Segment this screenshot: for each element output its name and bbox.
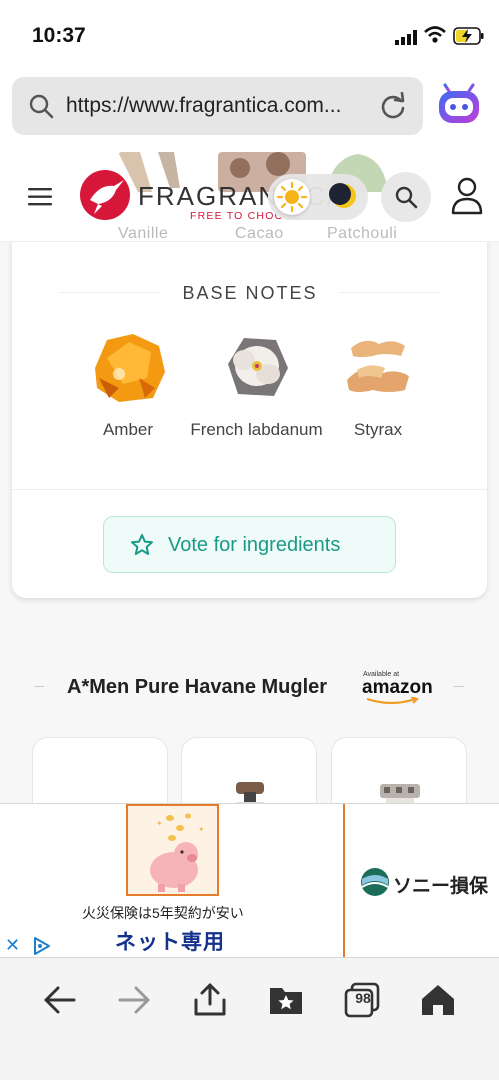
site-search-button[interactable] [381,172,431,222]
divider-line [454,686,464,687]
fragrantica-logo[interactable] [80,170,130,220]
product-image [235,782,265,803]
battery-charging-icon [453,27,484,45]
forward-icon[interactable] [116,982,152,1018]
product-image [380,784,420,803]
ad-divider [343,804,345,957]
ad-image: ✦ ✦ [126,804,219,896]
peek-label: Vanille [118,225,169,242]
search-icon [29,94,54,119]
amazon-smile-icon [366,697,419,705]
note-label: Amber [102,420,154,439]
ad-text-line2: ネット専用 [115,931,225,954]
divider-line [34,686,44,687]
ad-banner[interactable]: ✦ ✦ 火災保険は5年契約が安い ネット専用 ソニー損保 ✕ [0,803,499,958]
star-icon [131,534,153,555]
peek-label: Cacao [235,225,284,242]
site-header: Vanille Cacao Patchouli FRAGRANTICA FREE… [0,152,499,242]
status-time: 10:37 [32,24,86,47]
card-divider [12,489,487,490]
product-image [63,786,139,803]
tabs-count: 98 [355,990,371,1006]
status-bar: 10:37 [0,0,499,72]
note-amber[interactable]: Amber [88,328,168,440]
ad-choices-icon[interactable] [32,936,52,956]
theme-toggle[interactable] [268,174,368,220]
web-page: BASE NOTES Amber French labdanum Styrax … [0,152,499,803]
menu-icon[interactable] [28,187,54,207]
note-styrax[interactable]: Styrax [345,328,411,440]
peek-label: Patchouli [327,225,398,242]
browser-assistant-icon[interactable] [436,82,482,128]
divider-line [340,292,440,293]
ad-brand-name: ソニー損保 [393,876,489,897]
labdanum-image [223,334,290,400]
divider-line [60,292,160,293]
sony-sonpo-logo-icon [361,868,389,896]
sun-icon [276,181,308,213]
product-card[interactable] [32,737,168,803]
light-mode-button[interactable] [274,179,310,215]
svg-text:✦: ✦ [156,819,163,828]
reload-icon[interactable] [379,92,407,120]
search-icon [395,186,418,209]
share-icon[interactable] [192,982,228,1018]
product-card[interactable] [181,737,317,803]
home-icon[interactable] [420,982,456,1018]
product-card[interactable] [331,737,467,803]
cellular-signal-icon [395,30,417,45]
bookmarks-icon[interactable] [268,982,304,1018]
vote-button-label: Vote for ingredients [168,534,341,556]
url-text[interactable]: https://www.fragrantica.com... [66,94,378,118]
back-icon[interactable] [42,982,78,1018]
base-notes-heading: BASE NOTES [168,276,332,310]
amazon-product-title: A*Men Pure Havane Mugler [67,676,328,698]
note-french-labdanum[interactable]: French labdanum [183,328,330,440]
amazon-logo[interactable]: amazon [362,677,433,699]
ad-text-line1: 火災保険は5年契約が安い [82,905,244,921]
address-bar[interactable]: https://www.fragrantica.com... [12,77,423,135]
note-label: Styrax [353,420,403,439]
vote-for-ingredients-button[interactable]: Vote for ingredients [103,516,396,573]
styrax-image [345,334,411,400]
svg-text:✦: ✦ [198,825,205,834]
user-icon[interactable] [450,177,484,215]
wifi-icon [424,26,446,43]
browser-toolbar [0,958,499,1080]
moon-icon[interactable] [328,180,360,212]
amber-image [89,328,167,406]
hummingbird-icon [90,180,124,214]
note-label: French labdanum [190,420,323,439]
ad-close-icon[interactable]: ✕ [5,935,20,956]
